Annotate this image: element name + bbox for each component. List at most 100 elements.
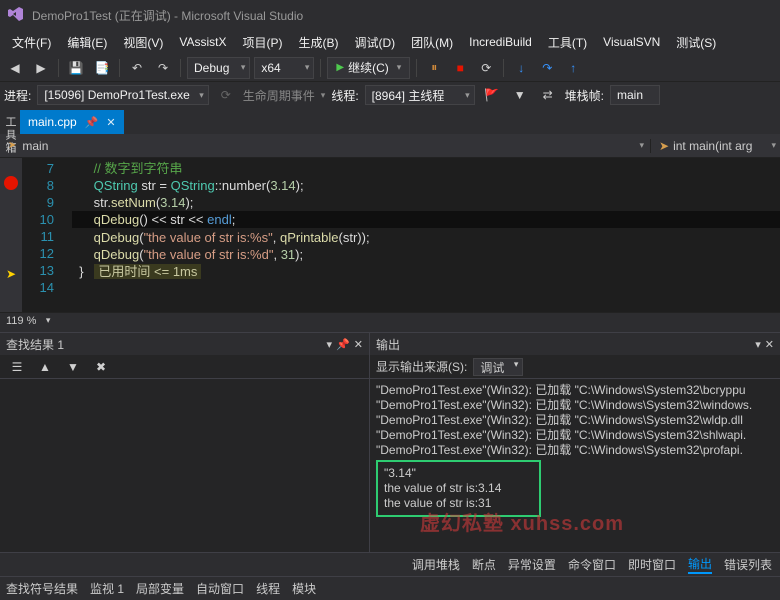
menu-edit[interactable]: 编辑(E) bbox=[59, 32, 115, 53]
separator bbox=[58, 59, 59, 77]
pin-icon[interactable]: 📌 bbox=[85, 116, 99, 129]
clear-icon[interactable]: ✖ bbox=[90, 356, 112, 378]
find-results-body[interactable] bbox=[0, 379, 369, 552]
output-source-dropdown[interactable]: 调试 bbox=[473, 358, 523, 376]
dropdown-icon[interactable]: ▾ bbox=[327, 338, 333, 351]
line-numbers: 7891011121314 bbox=[22, 158, 64, 312]
pause-icon[interactable]: ⏸ bbox=[423, 57, 445, 79]
separator bbox=[180, 59, 181, 77]
tab-label: main.cpp bbox=[28, 115, 77, 129]
panel-title: 查找结果 1 bbox=[6, 336, 64, 353]
tab-exception[interactable]: 异常设置 bbox=[508, 556, 556, 573]
code-nav-bar: ➤main ➤int main(int arg bbox=[0, 134, 780, 158]
document-tabs: main.cpp 📌 ✕ bbox=[0, 108, 780, 134]
pin-icon[interactable]: 📌 bbox=[336, 338, 350, 351]
close-icon[interactable]: ✕ bbox=[765, 338, 774, 351]
breakpoint-gutter[interactable]: ➤ bbox=[0, 158, 22, 312]
thread-dropdown[interactable]: [8964] 主线程 bbox=[365, 85, 475, 105]
close-icon[interactable]: ✕ bbox=[106, 116, 115, 129]
next-icon[interactable]: ▼ bbox=[62, 356, 84, 378]
member-dropdown[interactable]: ➤int main(int arg bbox=[650, 139, 780, 153]
member-label: int main(int arg bbox=[673, 139, 752, 153]
chevron-down-icon: ▾ bbox=[397, 62, 402, 73]
redo-icon[interactable]: ↷ bbox=[152, 57, 174, 79]
lifecycle-icon[interactable]: ⟳ bbox=[215, 84, 237, 106]
bottom-tabs-right: 调用堆栈 断点 异常设置 命令窗口 即时窗口 输出 错误列表 bbox=[0, 552, 780, 576]
main-toolbar: ◀ ▶ 💾 📑 ↶ ↷ Debug x64 ▶继续(C)▾ ⏸ ■ ⟳ ↓ ↷ … bbox=[0, 54, 780, 82]
menu-file[interactable]: 文件(F) bbox=[4, 32, 59, 53]
menu-bar: 文件(F) 编辑(E) 视图(V) VAssistX 项目(P) 生成(B) 调… bbox=[0, 30, 780, 54]
chevron-down-icon[interactable]: ▾ bbox=[321, 90, 326, 101]
step-out-icon[interactable]: ↑ bbox=[562, 57, 584, 79]
breakpoint-icon[interactable] bbox=[4, 176, 18, 190]
output-source-label: 显示输出来源(S): bbox=[376, 358, 467, 375]
zoom-dropdown[interactable]: 119 % bbox=[6, 315, 50, 331]
process-dropdown[interactable]: [15096] DemoPro1Test.exe bbox=[37, 85, 208, 105]
output-toolbar: 显示输出来源(S): 调试 bbox=[370, 355, 780, 379]
stack-frame-input[interactable] bbox=[610, 85, 660, 105]
menu-test[interactable]: 测试(S) bbox=[668, 32, 724, 53]
tab-callstack[interactable]: 调用堆栈 bbox=[412, 556, 460, 573]
undo-icon[interactable]: ↶ bbox=[126, 57, 148, 79]
output-body[interactable]: "DemoPro1Test.exe"(Win32): 已加载 "C:\Windo… bbox=[370, 379, 780, 552]
tab-locals[interactable]: 局部变量 bbox=[136, 580, 184, 597]
menu-vassistx[interactable]: VAssistX bbox=[171, 33, 234, 51]
tab-threads[interactable]: 线程 bbox=[256, 580, 280, 597]
menu-incredibuild[interactable]: IncrediBuild bbox=[461, 33, 540, 51]
menu-tools[interactable]: 工具(T) bbox=[540, 32, 595, 53]
nav-back-icon[interactable]: ◀ bbox=[4, 57, 26, 79]
platform-dropdown[interactable]: x64 bbox=[254, 57, 314, 79]
separator bbox=[320, 59, 321, 77]
menu-view[interactable]: 视图(V) bbox=[115, 32, 171, 53]
tab-autos[interactable]: 自动窗口 bbox=[196, 580, 244, 597]
step-into-icon[interactable]: ↓ bbox=[510, 57, 532, 79]
stack-label: 堆栈帧: bbox=[565, 87, 604, 104]
stop-icon[interactable]: ■ bbox=[449, 57, 471, 79]
find-toolbar: ☰ ▲ ▼ ✖ bbox=[0, 355, 369, 379]
tab-main-cpp[interactable]: main.cpp 📌 ✕ bbox=[20, 110, 124, 134]
tab-output[interactable]: 输出 bbox=[688, 555, 712, 574]
tab-findsymbol[interactable]: 查找符号结果 bbox=[6, 580, 78, 597]
dropdown-icon[interactable]: ▾ bbox=[755, 338, 761, 351]
tab-errorlist[interactable]: 错误列表 bbox=[724, 556, 772, 573]
tab-command[interactable]: 命令窗口 bbox=[568, 556, 616, 573]
menu-visualsvn[interactable]: VisualSVN bbox=[595, 33, 668, 51]
tab-watch[interactable]: 监视 1 bbox=[90, 580, 124, 597]
scope-dropdown[interactable]: ➤main bbox=[0, 139, 650, 153]
close-icon[interactable]: ✕ bbox=[354, 338, 363, 351]
prev-icon[interactable]: ▲ bbox=[34, 356, 56, 378]
menu-project[interactable]: 项目(P) bbox=[234, 32, 290, 53]
menu-debug[interactable]: 调试(D) bbox=[346, 32, 403, 53]
menu-build[interactable]: 生成(B) bbox=[290, 32, 346, 53]
config-dropdown[interactable]: Debug bbox=[187, 57, 250, 79]
bottom-tabs-left: 查找符号结果 监视 1 局部变量 自动窗口 线程 模块 bbox=[0, 576, 780, 600]
save-icon[interactable]: 💾 bbox=[65, 57, 87, 79]
filter-icon[interactable]: ▼ bbox=[509, 84, 531, 106]
editor-statusbar: 119 % bbox=[0, 312, 780, 332]
continue-button[interactable]: ▶继续(C)▾ bbox=[327, 57, 410, 79]
tab-breakpoints[interactable]: 断点 bbox=[472, 556, 496, 573]
lifecycle-label: 生命周期事件 bbox=[243, 87, 315, 104]
menu-team[interactable]: 团队(M) bbox=[403, 32, 461, 53]
process-label: 进程: bbox=[4, 87, 31, 104]
tab-immediate[interactable]: 即时窗口 bbox=[628, 556, 676, 573]
nav-fwd-icon[interactable]: ▶ bbox=[30, 57, 52, 79]
window-title: DemoPro1Test (正在调试) - Microsoft Visual S… bbox=[32, 7, 303, 24]
tab-modules[interactable]: 模块 bbox=[292, 580, 316, 597]
code-body[interactable]: // 数字到字符串 QString str = QString::number(… bbox=[64, 158, 780, 312]
title-bar: DemoPro1Test (正在调试) - Microsoft Visual S… bbox=[0, 0, 780, 30]
list-icon[interactable]: ☰ bbox=[6, 356, 28, 378]
flag-icon[interactable]: 🚩 bbox=[481, 84, 503, 106]
thread-label: 线程: bbox=[331, 87, 358, 104]
code-editor[interactable]: ➤ 7891011121314 // 数字到字符串 QString str = … bbox=[0, 158, 780, 312]
output-panel: 输出 ▾ ✕ 显示输出来源(S): 调试 "DemoPro1Test.exe"(… bbox=[370, 332, 780, 552]
restart-icon[interactable]: ⟳ bbox=[475, 57, 497, 79]
find-results-panel: 查找结果 1 ▾ 📌 ✕ ☰ ▲ ▼ ✖ bbox=[0, 332, 370, 552]
save-all-icon[interactable]: 📑 bbox=[91, 57, 113, 79]
current-line-icon: ➤ bbox=[6, 267, 16, 281]
debug-toolbar: 进程: [15096] DemoPro1Test.exe ⟳ 生命周期事件 ▾ … bbox=[0, 82, 780, 108]
continue-label: 继续(C) bbox=[348, 59, 389, 76]
threads-icon[interactable]: ⇄ bbox=[537, 84, 559, 106]
tool-panels: 查找结果 1 ▾ 📌 ✕ ☰ ▲ ▼ ✖ 输出 ▾ ✕ 显示输出来源(S): 调… bbox=[0, 332, 780, 552]
step-over-icon[interactable]: ↷ bbox=[536, 57, 558, 79]
